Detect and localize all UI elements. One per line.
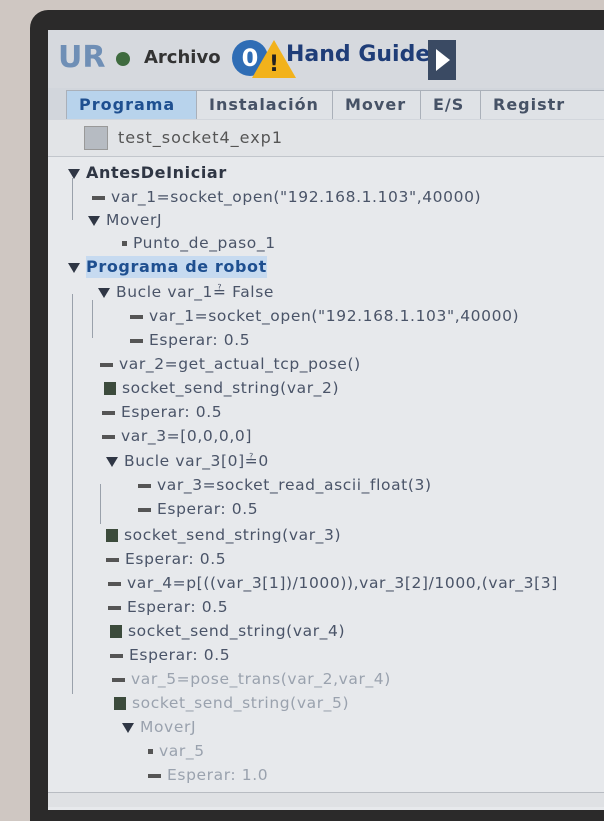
tree-node-robot-program[interactable]: Programa de robot [68,256,267,278]
tree-node-label: Esperar: 0.5 [129,646,231,664]
tree-guide-line [72,294,73,694]
tree-node-label: var_3=[0,0,0,0] [121,427,252,445]
hand-guide-label[interactable]: Hand Guide [286,42,430,67]
tree-node-label: Bucle var_1≟ False [116,283,275,301]
tree-node-wait[interactable]: Esperar: 0.5 [130,329,250,351]
tree-node-label: Bucle var_3[0]≟0 [124,452,269,470]
tree-node-label: AntesDeIniciar [86,163,227,182]
file-menu-icon[interactable] [116,52,130,66]
tree-node-label: var_1=socket_open("192.168.1.103",40000) [111,188,482,206]
tree-node-wait[interactable]: Esperar: 0.5 [106,548,226,570]
tab-mover[interactable]: Mover [332,90,432,119]
polyscope-screen: UR Archivo 0 Hand Guide Programa Instala… [48,30,604,810]
tree-node-section[interactable]: AntesDeIniciar [68,162,227,184]
tree-node-label: var_5 [159,742,205,760]
tree-node-wait[interactable]: Esperar: 1.0 [148,764,268,786]
tree-node-label: Esperar: 0.5 [121,403,223,421]
tree-node-assign[interactable]: var_5=pose_trans(var_2,var_4) [112,668,391,690]
tree-node-label: var_2=get_actual_tcp_pose() [119,355,361,373]
horizontal-scrollbar[interactable] [48,792,604,807]
tree-node-wait[interactable]: Esperar: 0.5 [108,596,228,618]
tree-node-wait[interactable]: Esperar: 0.5 [138,498,258,520]
tree-node-script[interactable]: socket_send_string(var_2) [104,377,339,399]
tree-node-assign[interactable]: var_1=socket_open("192.168.1.103",40000) [92,186,481,208]
tree-node-loop[interactable]: Bucle var_3[0]≟0 [106,450,269,472]
tree-node-label: MoverJ [106,211,163,229]
tree-node-label: Esperar: 1.0 [167,766,269,784]
tree-node-label: Esperar: 0.5 [149,331,251,349]
tree-node-label: Esperar: 0.5 [157,500,259,518]
tree-node-label: var_3=socket_read_ascii_float(3) [157,476,432,494]
tree-guide-line [72,178,73,220]
tree-node-script[interactable]: socket_send_string(var_5) [114,692,349,714]
title-bar: UR Archivo 0 Hand Guide [48,30,604,89]
tree-node-label: Esperar: 0.5 [127,598,229,616]
tree-node-label: Programa de robot [86,256,267,278]
tree-node-label: var_4=p[((var_3[1])/1000)),var_3[2]/1000… [127,574,558,592]
tree-node-label: socket_send_string(var_5) [132,694,350,712]
program-tree: AntesDeIniciar var_1=socket_open("192.16… [48,158,604,808]
tree-guide-line [100,484,101,524]
main-tabs: Programa Instalación Mover E/S Registr [48,88,604,120]
tree-node-assign[interactable]: var_1=socket_open("192.168.1.103",40000) [130,305,519,327]
ur-logo-icon: UR [58,40,106,75]
play-icon[interactable] [428,40,456,80]
tree-node-assign[interactable]: var_3=socket_read_ascii_float(3) [138,474,432,496]
file-menu-label[interactable]: Archivo [144,47,221,68]
tab-instalacion[interactable]: Instalación [196,90,342,119]
tree-node-folder[interactable]: MoverJ [122,716,196,738]
tree-node-label: Esperar: 0.5 [125,550,227,568]
tree-node-label: socket_send_string(var_3) [124,526,342,544]
tree-node-label: socket_send_string(var_2) [122,379,340,397]
tree-node-assign[interactable]: var_2=get_actual_tcp_pose() [100,353,361,375]
tab-programa[interactable]: Programa [66,90,204,119]
tree-node-label: MoverJ [140,718,197,736]
tree-guide-line [92,300,93,338]
tree-node-assign[interactable]: var_3=[0,0,0,0] [102,425,252,447]
tree-node-wait[interactable]: Esperar: 0.5 [110,644,230,666]
tree-node-assign[interactable]: var_4=p[((var_3[1])/1000)),var_3[2]/1000… [108,572,558,594]
tab-registro[interactable]: Registr [480,90,604,119]
tree-node-label: var_1=socket_open("192.168.1.103",40000) [149,307,520,325]
tree-node-label: Punto_de_paso_1 [133,234,276,252]
tree-node-script[interactable]: socket_send_string(var_3) [106,524,341,546]
program-name[interactable]: test_socket4_exp1 [118,128,283,147]
program-file-icon [84,126,108,150]
tree-node-label: socket_send_string(var_4) [128,622,346,640]
tree-node-loop[interactable]: Bucle var_1≟ False [98,281,274,303]
tree-node-script[interactable]: socket_send_string(var_4) [110,620,345,642]
tree-node-label: var_5=pose_trans(var_2,var_4) [131,670,391,688]
tree-node-folder[interactable]: MoverJ [88,209,162,231]
tree-node-waypoint[interactable]: var_5 [148,740,205,762]
tree-node-wait[interactable]: Esperar: 0.5 [102,401,222,423]
program-file-bar: test_socket4_exp1 [48,120,604,157]
tree-node-waypoint[interactable]: Punto_de_paso_1 [122,232,276,254]
